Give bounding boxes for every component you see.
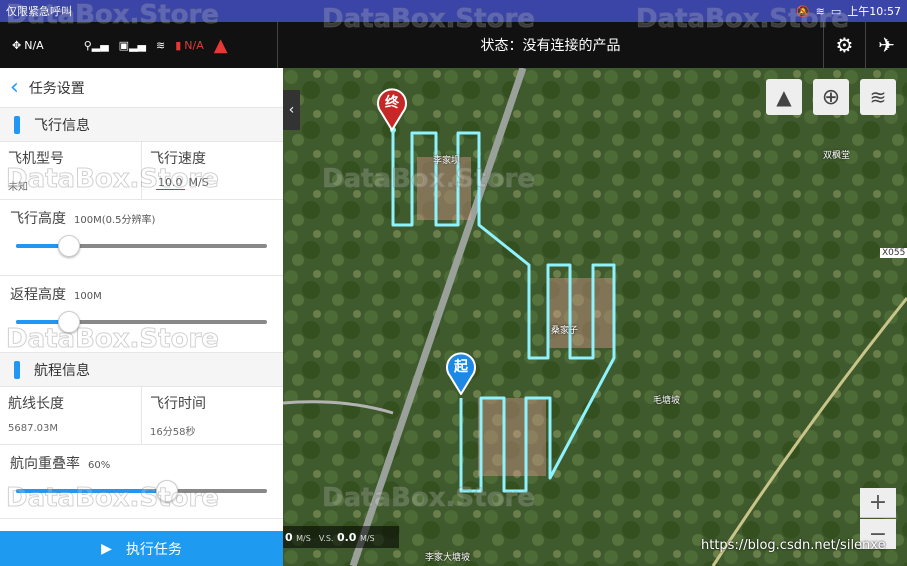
mute-icon: 🔕 — [795, 4, 810, 18]
return-slider-thumb[interactable] — [57, 311, 80, 333]
locate-button[interactable]: ⊕ — [813, 79, 849, 115]
overlap-slider-thumb[interactable] — [155, 480, 178, 502]
drone-status: N/A — [24, 38, 44, 52]
start-marker[interactable]: 起 — [445, 351, 477, 396]
zoom-in-button[interactable]: + — [860, 488, 896, 518]
mission-settings-panel: ‹ 任务设置 飞行信息 飞机型号 未知 飞行速度 10.0 M/S 飞行高度 1… — [0, 68, 283, 566]
survey-area-3 — [478, 398, 546, 476]
remote-controller-icon: ▣▂▄ — [118, 38, 146, 52]
survey-area-1 — [417, 157, 471, 220]
emergency-call-text: 仅限紧急呼叫 — [6, 5, 72, 18]
satellite-signal-icon: ⚲▂▄ — [83, 38, 109, 52]
place-label: 毛塘坡 — [653, 396, 681, 406]
map-image-button[interactable]: ▲ — [766, 79, 802, 115]
flight-speed: 飞行速度 10.0 M/S — [141, 142, 283, 199]
collapse-panel-button[interactable]: ‹ — [283, 90, 300, 130]
back-icon[interactable]: ‹ — [10, 75, 19, 100]
battery-status: N/A — [184, 38, 204, 52]
return-altitude: 返程高度 100M — [0, 276, 283, 353]
route-info-section: 航程信息 — [0, 353, 283, 387]
gear-icon: ⚙ — [835, 33, 854, 57]
flight-info-section: 飞行信息 — [0, 108, 283, 142]
survey-area-2 — [547, 278, 613, 348]
flight-altitude: 飞行高度 100M(0.5分辨率) — [0, 200, 283, 276]
wifi-signal-icon: ≋ — [155, 38, 166, 52]
flight-button[interactable]: ✈ — [865, 22, 907, 68]
return-altitude-slider[interactable] — [16, 311, 267, 333]
aircraft-model: 飞机型号 未知 — [8, 151, 64, 193]
system-status-bar: 仅限紧急呼叫 🔕 ≋ ▭ 上午10:57 — [0, 0, 907, 22]
telemetry-group: ✥ N/A ⚲▂▄ ▣▂▄ ≋ ▮ N/A ▲ — [0, 22, 278, 68]
connection-status: 状态：没有连接的产品 — [480, 38, 621, 54]
warning-icon[interactable]: ▲ — [214, 35, 228, 56]
source-credit: https://blog.csdn.net/silenxe — [701, 538, 886, 553]
panel-header: ‹ 任务设置 — [0, 68, 283, 108]
layers-icon: ≋ — [869, 85, 887, 109]
start-marker-label: 起 — [454, 359, 468, 375]
crosshair-icon: ⊕ — [821, 84, 841, 110]
satellite-map[interactable]: 李家坝 桑家子 毛塘坡 双枫堂 X055 李家大塘坡 — [283, 68, 907, 566]
end-marker-label: 终 — [385, 95, 399, 111]
chevron-left-icon: ‹ — [288, 102, 295, 118]
route-length: 航线长度 5687.03M — [8, 396, 64, 434]
battery-icon: ▭ — [830, 4, 842, 18]
overlap-slider[interactable] — [16, 480, 267, 502]
settings-button[interactable]: ⚙ — [823, 22, 865, 68]
panel-title: 任务设置 — [28, 80, 85, 97]
end-marker[interactable]: 终 — [376, 87, 408, 132]
speed-input[interactable]: 10.0 — [156, 176, 185, 190]
speed-readout: 0 M/S V.S. 0.0 M/S — [283, 526, 399, 548]
place-label: 李家坝 — [433, 156, 461, 166]
app-top-bar: ✥ N/A ⚲▂▄ ▣▂▄ ≋ ▮ N/A ▲ 状态：没有连接的产品 ⚙ ✈ — [0, 22, 907, 68]
airplane-icon: ✈ — [878, 33, 895, 57]
flight-time: 飞行时间 16分58秒 — [141, 387, 283, 444]
altitude-slider-thumb[interactable] — [57, 235, 80, 257]
heading-overlap: 航向重叠率 60% — [0, 445, 283, 519]
road-sign: X055 — [880, 248, 907, 258]
clock: 上午10:57 — [847, 5, 901, 18]
drone-icon: ✥ — [12, 38, 22, 52]
place-label: 双枫堂 — [823, 151, 851, 161]
image-icon: ▲ — [776, 85, 792, 109]
battery-warning-icon: ▮ — [175, 38, 182, 52]
map-canvas — [283, 68, 907, 566]
wifi-icon: ≋ — [815, 4, 825, 18]
place-label: 李家大塘坡 — [425, 553, 471, 563]
play-icon: ▶ — [101, 540, 112, 557]
execute-mission-button[interactable]: ▶ 执行任务 — [0, 531, 283, 566]
layers-button[interactable]: ≋ — [860, 79, 896, 115]
place-label: 桑家子 — [551, 326, 579, 336]
altitude-slider[interactable] — [16, 235, 267, 257]
